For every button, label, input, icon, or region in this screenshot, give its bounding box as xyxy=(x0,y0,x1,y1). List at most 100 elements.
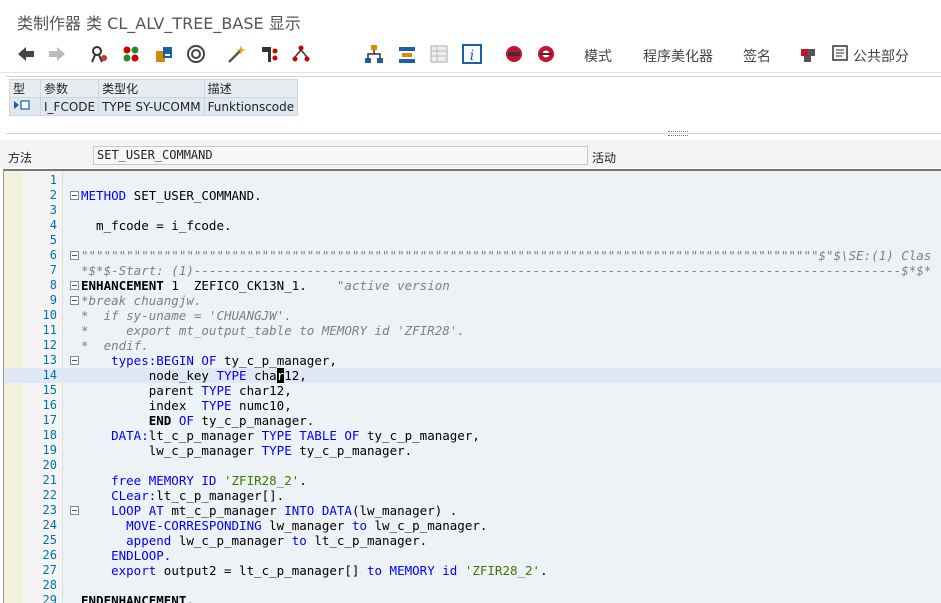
table-view-icon[interactable] xyxy=(428,43,450,65)
col-param-header: 参数 xyxy=(39,79,100,98)
session-breakpoint-icon[interactable] xyxy=(535,43,557,65)
code-token: 'ZFIR28_2' xyxy=(224,473,300,488)
line-number: 24 xyxy=(42,518,57,532)
line-number: 21 xyxy=(42,473,57,487)
parameter-table: 型 参数 类型化 描述 I_FCODE TYPE SY-UCOMM Funkti… xyxy=(9,79,299,116)
code-line: 3 xyxy=(4,203,941,218)
code-token: 1 ZEFICO_CK13N_1. xyxy=(163,278,307,293)
line-number: 22 xyxy=(42,488,57,502)
code-line: 28 xyxy=(4,578,941,593)
method-name-field[interactable]: SET_USER_COMMAND xyxy=(93,146,588,165)
import-parameter-icon xyxy=(9,97,41,116)
title-bar: 类制作器 类 CL_ALV_TREE_BASE 显示 xyxy=(0,0,941,36)
code-token: END xyxy=(148,413,172,428)
window-title: 类制作器 类 CL_ALV_TREE_BASE 显示 xyxy=(17,14,301,33)
line-number: 27 xyxy=(42,563,57,577)
code-token: lw_manager xyxy=(261,518,352,533)
public-section-icon xyxy=(830,43,852,65)
line-number: 23 xyxy=(42,503,57,517)
code-token: append xyxy=(81,533,172,548)
line-number: 1 xyxy=(49,173,57,187)
code-token: ENDENHANCEMENT. xyxy=(81,593,194,603)
active-inactive-icon[interactable] xyxy=(153,43,175,65)
line-number: 4 xyxy=(49,218,57,232)
line-number: 8 xyxy=(49,278,57,292)
code-token: TYPE TABLE OF xyxy=(261,428,360,443)
code-token: 12, xyxy=(284,368,307,383)
back-icon[interactable] xyxy=(15,43,37,65)
code-token: DATA: xyxy=(81,428,149,443)
line-number: 12 xyxy=(42,338,57,352)
method-status: 活动 xyxy=(592,151,617,165)
fold-toggle[interactable] xyxy=(70,356,79,365)
param-name-cell[interactable]: I_FCODE xyxy=(39,97,100,116)
code-token: cha xyxy=(246,368,277,383)
code-token: ENDLOOP. xyxy=(81,548,172,563)
col-type-header: 型 xyxy=(9,79,41,98)
code-token: parent xyxy=(81,383,202,398)
activate-icon[interactable] xyxy=(226,43,248,65)
code-line: 1 xyxy=(4,173,941,188)
panel-splitter[interactable] xyxy=(668,131,688,136)
line-number: 25 xyxy=(42,533,57,547)
fold-toggle[interactable] xyxy=(70,281,79,290)
forward-icon[interactable] xyxy=(46,43,68,65)
code-token: to xyxy=(351,518,367,533)
code-line: 8 ENHANCEMENT 1 ZEFICO_CK13N_1. "active v… xyxy=(4,278,941,293)
code-line: 4 m_fcode = i_fcode. xyxy=(4,218,941,233)
fold-toggle[interactable] xyxy=(70,506,79,515)
public-section-button[interactable]: 公共部分 xyxy=(853,46,909,66)
line-number: 19 xyxy=(42,443,57,457)
code-line-current: 14 node_key TYPE char12, xyxy=(4,368,941,383)
param-desc-cell[interactable]: Funktionscode xyxy=(203,97,299,116)
code-token: *break chuangjw. xyxy=(81,293,202,308)
fold-toggle[interactable] xyxy=(70,251,79,260)
code-line: 2 METHOD SET_USER_COMMAND. xyxy=(4,188,941,203)
signature-button[interactable]: 签名 xyxy=(743,46,771,66)
code-token: . xyxy=(299,473,307,488)
pretty-printer-button[interactable]: 程序美化器 xyxy=(643,46,713,66)
code-line: 7 *$*$-Start: (1)------------------------… xyxy=(4,263,941,278)
code-token: * endif. xyxy=(81,338,149,353)
line-number: 14 xyxy=(42,368,57,382)
code-token: """"""""""""""""""""""""""""""""""""""""… xyxy=(81,248,932,263)
object-list-icon[interactable] xyxy=(290,43,312,65)
param-typing-cell[interactable]: TYPE SY-UCOMM xyxy=(98,97,205,116)
code-line: 11 * export mt_output_table to MEMORY id … xyxy=(4,323,941,338)
code-token: ty_c_p_manager, xyxy=(216,353,337,368)
mode-button[interactable]: 模式 xyxy=(584,46,612,66)
code-token: (lw_manager) . xyxy=(351,503,458,518)
code-token: "active version xyxy=(306,278,450,293)
check-icon[interactable] xyxy=(185,43,207,65)
col-typing-header: 类型化 xyxy=(98,79,205,98)
hierarchy-icon[interactable] xyxy=(363,43,385,65)
code-token: lw_c_p_manager xyxy=(81,443,262,458)
breakpoint-icon[interactable] xyxy=(503,43,525,65)
code-token: export xyxy=(81,563,157,578)
display-change-icon[interactable] xyxy=(120,43,142,65)
code-token: TYPE xyxy=(201,383,232,398)
navigation-window-icon[interactable] xyxy=(396,43,418,65)
line-number: 18 xyxy=(42,428,57,442)
fold-toggle[interactable] xyxy=(70,191,79,200)
puzzle-icon[interactable] xyxy=(797,43,819,65)
table-row[interactable]: I_FCODE TYPE SY-UCOMM Funktionscode xyxy=(9,97,299,116)
code-line: 23 LOOP AT mt_c_p_manager INTO DATA(lw_m… xyxy=(4,503,941,518)
other-object-icon[interactable] xyxy=(88,43,110,65)
code-token: char12, xyxy=(231,383,292,398)
fold-toggle[interactable] xyxy=(70,296,79,305)
code-token: * export mt_output_table to MEMORY id 'Z… xyxy=(81,323,465,338)
code-line: 10 * if sy-uname = 'CHUANGJW'. xyxy=(4,308,941,323)
line-number: 20 xyxy=(42,458,57,472)
info-icon[interactable]: i xyxy=(461,43,483,65)
where-used-icon[interactable] xyxy=(258,43,280,65)
code-editor[interactable]: 1 2 METHOD SET_USER_COMMAND. 3 4 m_fcode … xyxy=(3,169,941,603)
line-number: 16 xyxy=(42,398,57,412)
code-token: node_key xyxy=(81,368,217,383)
code-token: OF xyxy=(178,413,194,428)
code-token: 'ZFIR28_2' xyxy=(464,563,541,578)
code-token: MOVE-CORRESPONDING xyxy=(81,518,262,533)
code-line: 12 * endif. xyxy=(4,338,941,353)
code-line: 16 index TYPE numc10, xyxy=(4,398,941,413)
